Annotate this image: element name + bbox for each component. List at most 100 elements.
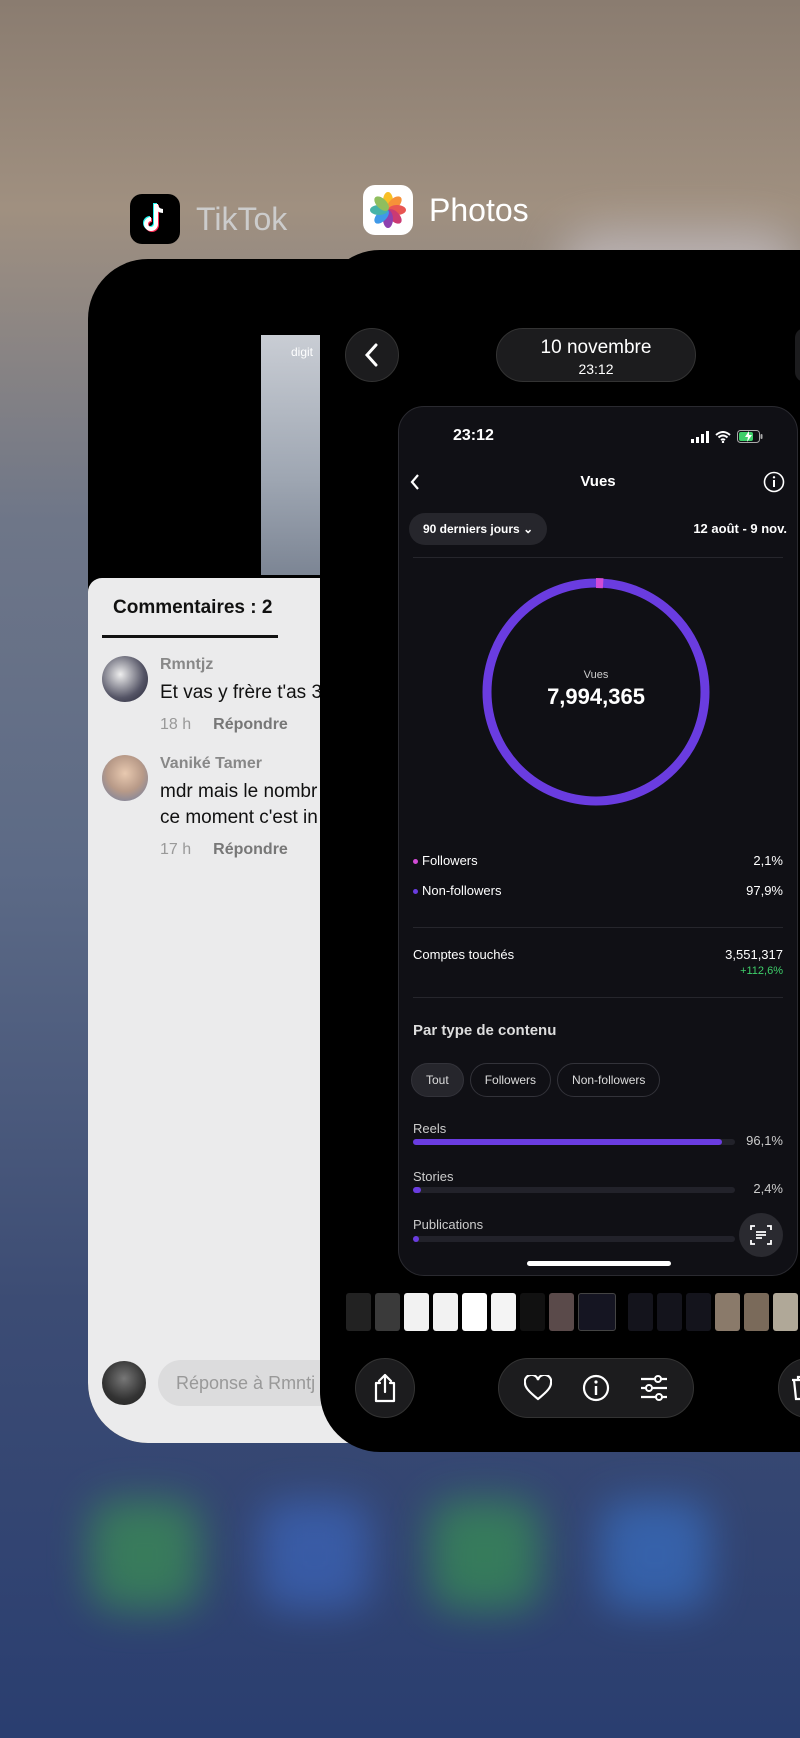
photos-app-card[interactable]: 10 novembre 23:12 23:12 Vues 90 derniers… (320, 250, 800, 1452)
signal-icon (691, 430, 709, 443)
chip-followers: Followers (469, 1063, 552, 1097)
bar-fill-publications (413, 1236, 420, 1242)
divider (413, 557, 783, 558)
bar-track-stories (413, 1187, 735, 1193)
tiktok-logo-icon (130, 194, 180, 244)
battery-charging-icon (737, 430, 763, 443)
legend-dot (413, 889, 418, 895)
comment-meta: 17 h Répondre (160, 841, 318, 859)
chevron-down-icon: ⌄ (523, 522, 534, 536)
status-bar: 23:12 (399, 427, 797, 457)
photos-app-name: Photos (429, 191, 529, 228)
wifi-icon (715, 430, 731, 443)
share-button[interactable] (355, 1358, 415, 1418)
comment-text: Et vas y frère t'as 3 (160, 682, 323, 703)
legend-value: 2,1% (753, 853, 783, 868)
more-button[interactable] (795, 328, 800, 382)
photos-app-label[interactable]: Photos (363, 185, 529, 235)
legend-label: Non-followers (422, 883, 502, 898)
dock-app-blur (600, 1500, 710, 1610)
photo-thumbnail[interactable] (715, 1293, 740, 1331)
tiktok-app-label[interactable]: TikTok (130, 194, 287, 244)
dock-app-blur (90, 1500, 200, 1610)
accounts-value: 3,551,317 (725, 947, 783, 962)
photo-time: 23:12 (578, 361, 614, 377)
photo-actions-group (498, 1358, 694, 1418)
adjust-icon[interactable] (640, 1375, 668, 1401)
dock-app-blur (430, 1500, 540, 1610)
bar-label-publications: Publications (413, 1217, 484, 1232)
avatar[interactable] (102, 656, 148, 702)
comment-username[interactable]: Rmntjz (160, 656, 322, 674)
info-icon (763, 471, 785, 493)
photo-thumbnail[interactable] (404, 1293, 429, 1331)
comment-item[interactable]: Vaniké Tamer mdr mais le nombr ce moment… (102, 755, 318, 859)
comment-item[interactable]: Rmntjz Et vas y frère t'as 3 18 h Répond… (102, 656, 322, 734)
photo-thumbnail[interactable] (773, 1293, 798, 1331)
tab-underline (102, 635, 278, 638)
photo-thumbnail[interactable] (686, 1293, 711, 1331)
reply-button[interactable]: Répondre (213, 716, 288, 734)
bar-pct-stories: 2,4% (753, 1181, 783, 1196)
bar-track-reels (413, 1139, 735, 1145)
status-time: 23:12 (453, 427, 494, 444)
info-icon[interactable] (582, 1374, 610, 1402)
photo-date: 10 novembre (540, 337, 652, 358)
photo-thumbnail[interactable] (375, 1293, 400, 1331)
insights-screenshot: 23:12 Vues 90 derniers jours ⌄ 12 août -… (398, 406, 798, 1276)
comment-username[interactable]: Vaniké Tamer (160, 755, 318, 773)
photo-thumbnail[interactable] (628, 1293, 653, 1331)
photo-thumbnail[interactable] (346, 1293, 371, 1331)
legend-label: Followers (422, 853, 478, 868)
dock-app-blur (260, 1500, 370, 1610)
comment-meta: 18 h Répondre (160, 716, 322, 734)
comment-text-line: ce moment c'est in (160, 807, 318, 828)
tab-comments[interactable]: Commentaires : 2 (103, 589, 282, 627)
back-button[interactable] (345, 328, 399, 382)
bar-track-publications (413, 1236, 735, 1242)
bar-fill-stories (413, 1187, 421, 1193)
accounts-label: Comptes touchés (413, 947, 515, 962)
chevron-left-icon (364, 343, 378, 367)
photo-thumbnail-selected[interactable] (578, 1293, 616, 1331)
photo-date-pill: 10 novembre 23:12 (496, 328, 696, 382)
date-range: 12 août - 9 nov. (693, 521, 787, 536)
photo-thumbnail[interactable] (462, 1293, 487, 1331)
bar-label-stories: Stories (413, 1169, 454, 1184)
text-scan-icon (750, 1225, 772, 1245)
period-filter: 90 derniers jours ⌄ (409, 513, 548, 545)
photo-thumbnail[interactable] (549, 1293, 574, 1331)
comment-text-line: mdr mais le nombr (160, 781, 318, 802)
live-text-button[interactable] (739, 1213, 783, 1257)
legend-dot (413, 859, 418, 865)
period-filter-label: 90 derniers jours (423, 522, 520, 536)
legend-row-followers: Followers 2,1% (413, 853, 783, 868)
user-avatar (102, 1361, 146, 1405)
delete-button[interactable] (778, 1358, 800, 1418)
photo-thumbnail-strip[interactable] (346, 1293, 798, 1331)
section-title: Par type de contenu (413, 1022, 557, 1039)
accounts-delta: +112,6% (740, 965, 783, 977)
share-icon (374, 1373, 396, 1403)
video-overlay-text: digit (291, 345, 314, 359)
heart-icon[interactable] (524, 1375, 552, 1401)
reply-button[interactable]: Répondre (213, 841, 288, 859)
legend-row-nonfollowers: Non-followers 97,9% (413, 883, 783, 898)
comments-tabs: Commentaires : 2 J' (103, 578, 354, 638)
home-indicator (527, 1261, 671, 1266)
bar-pct-reels: 96,1% (746, 1133, 783, 1148)
donut-label: Vues (583, 669, 609, 681)
chip-nonfollowers: Non-followers (557, 1063, 661, 1097)
bar-label-reels: Reels (413, 1121, 447, 1136)
nav-bar: Vues (399, 467, 797, 497)
photo-thumbnail[interactable] (744, 1293, 769, 1331)
content-filter-chips: Tout Followers Non-followers (411, 1063, 661, 1097)
photo-thumbnail[interactable] (520, 1293, 545, 1331)
photo-thumbnail[interactable] (491, 1293, 516, 1331)
comment-time: 18 h (160, 716, 192, 733)
photos-flower-icon (363, 185, 413, 235)
photo-thumbnail[interactable] (433, 1293, 458, 1331)
divider (413, 997, 783, 998)
avatar[interactable] (102, 755, 148, 801)
photo-thumbnail[interactable] (657, 1293, 682, 1331)
